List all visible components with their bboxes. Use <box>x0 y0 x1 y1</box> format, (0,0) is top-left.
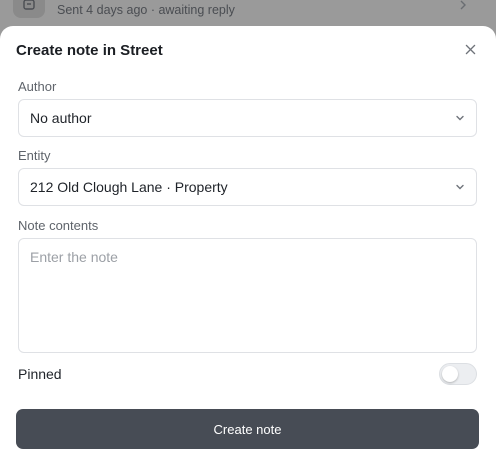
author-value: No author <box>30 110 92 126</box>
note-contents-label: Note contents <box>18 218 99 233</box>
entity-value: 212 Old Clough Lane · Property <box>30 179 228 195</box>
close-icon[interactable] <box>462 41 478 57</box>
chevron-down-icon <box>456 184 464 190</box>
author-select[interactable]: No author <box>18 99 477 137</box>
entity-select[interactable]: 212 Old Clough Lane · Property <box>18 168 477 206</box>
pinned-toggle[interactable] <box>439 363 477 385</box>
contact-icon <box>13 0 45 18</box>
row-subtitle: Sent 4 days ago · awaiting reply <box>57 3 235 17</box>
toggle-knob <box>442 366 458 382</box>
create-note-button[interactable]: Create note <box>16 409 479 449</box>
pinned-label: Pinned <box>18 366 62 382</box>
chevron-right-icon <box>458 0 468 13</box>
entity-label: Entity <box>18 148 51 163</box>
author-label: Author <box>18 79 57 94</box>
chevron-down-icon <box>456 115 464 121</box>
note-contents-input[interactable] <box>18 238 477 353</box>
create-note-sheet: Create note in Street Author No author E… <box>0 26 496 465</box>
dialog-title: Create note in Street <box>16 42 163 59</box>
